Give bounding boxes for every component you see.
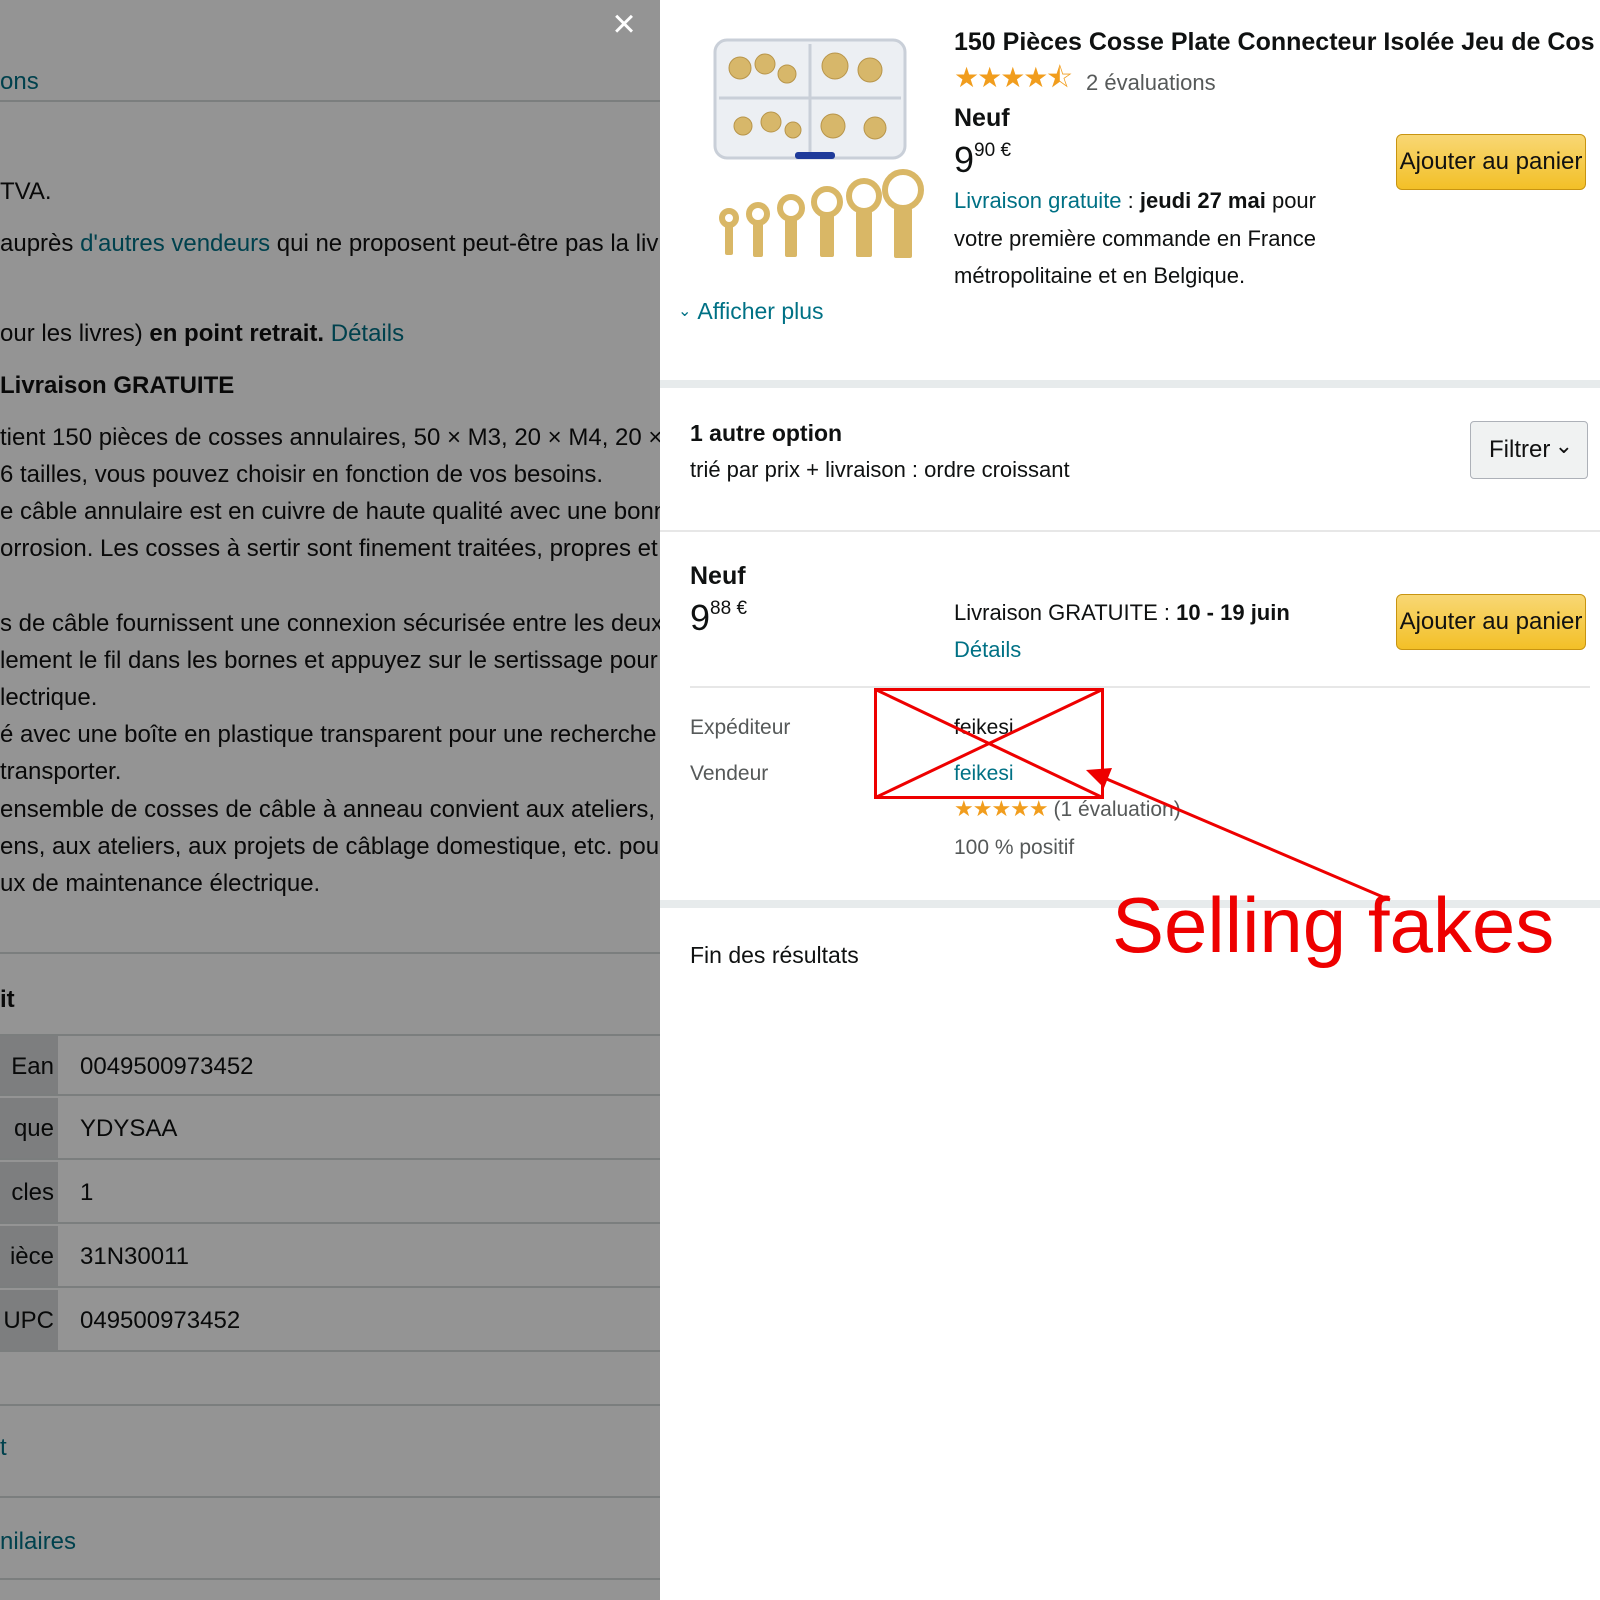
price-whole: 9 (690, 597, 711, 638)
offer-delivery-label: Livraison GRATUITE : (954, 600, 1177, 625)
end-of-results: Fin des résultats (690, 942, 859, 968)
product-delivery-line1: Livraison gratuite : jeudi 27 mai pour (954, 188, 1316, 214)
annotation-cross-box (874, 688, 1104, 799)
filter-button[interactable]: Filtrer ⌄ (1470, 421, 1588, 479)
seller-positive: 100 % positif (954, 836, 1075, 859)
product-title[interactable]: 150 Pièces Cosse Plate Connecteur Isolée… (954, 28, 1594, 57)
chevron-down-icon: ⌄ (678, 303, 692, 320)
product-image (713, 38, 924, 258)
offer-divider (690, 686, 1590, 688)
offer-add-to-cart-button[interactable]: Ajouter au panier (1396, 594, 1586, 650)
product-delivery-line3: métropolitaine et en Belgique. (954, 263, 1246, 288)
offer-delivery-date: 10 - 19 juin (1176, 600, 1290, 625)
product-price: 990 € (954, 139, 1012, 180)
sort-description: trié par prix + livraison : ordre croiss… (690, 457, 1070, 482)
product-delivery-line2: votre première commande en France (954, 226, 1316, 251)
price-whole: 9 (954, 139, 975, 180)
offer-condition: Neuf (690, 562, 746, 590)
filter-label: Filtrer (1489, 436, 1551, 463)
section-divider (660, 380, 1600, 388)
modal-backdrop[interactable] (0, 0, 660, 1600)
offer-details-link[interactable]: Détails (954, 637, 1021, 663)
offer-price: 988 € (690, 597, 748, 638)
shipper-label: Expéditeur (690, 716, 791, 739)
price-fraction: 88 € (710, 598, 748, 619)
show-more-label: Afficher plus (697, 298, 824, 324)
other-options-count: 1 autre option (690, 420, 843, 446)
delivery-date: jeudi 27 mai (1139, 188, 1266, 213)
annotation-label: Selling fakes (1112, 881, 1555, 969)
delivery-post: pour (1265, 188, 1316, 213)
product-review-count[interactable]: 2 évaluations (1086, 70, 1216, 96)
seller-stars-icon: ★★★★★ (954, 796, 1049, 821)
offer-delivery: Livraison GRATUITE : 10 - 19 juin (954, 600, 1290, 626)
close-icon[interactable]: × (604, 4, 644, 44)
section-divider (660, 530, 1600, 532)
chevron-down-icon: ⌄ (1554, 433, 1573, 458)
product-condition: Neuf (954, 104, 1010, 132)
product-rating-stars-icon[interactable]: ★★★★⯪ (954, 64, 1073, 92)
delivery-sep: : (1121, 188, 1140, 213)
price-fraction: 90 € (974, 140, 1012, 161)
free-delivery-link[interactable]: Livraison gratuite (954, 188, 1122, 213)
show-more-toggle[interactable]: ⌄ Afficher plus (678, 298, 824, 325)
seller-label: Vendeur (690, 762, 769, 785)
add-to-cart-button[interactable]: Ajouter au panier (1396, 134, 1586, 190)
